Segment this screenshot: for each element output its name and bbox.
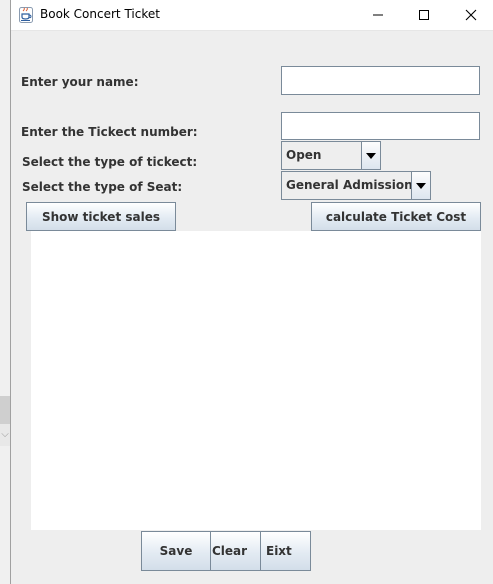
exit-button[interactable]: Eixt [260, 531, 311, 571]
ticket-type-selected: Open [286, 148, 322, 162]
output-text-area[interactable] [31, 231, 481, 530]
close-button[interactable] [448, 0, 493, 30]
background-chevron-down-icon: ⌵ [0, 424, 10, 446]
chevron-down-icon[interactable] [361, 142, 380, 169]
ticket-type-select[interactable]: Open [281, 141, 381, 170]
ticket-number-input[interactable] [281, 112, 480, 140]
title-bar[interactable]: Book Concert Ticket [11, 0, 493, 31]
ticket-type-label: Select the type of tickect: [22, 155, 198, 169]
background-scrollbar-thumb [0, 396, 10, 424]
minimize-icon [372, 6, 384, 25]
name-input[interactable] [281, 66, 480, 95]
app-window: Book Concert Ticket Enter your name: Ent… [10, 0, 493, 584]
chevron-down-icon[interactable] [411, 172, 430, 199]
maximize-button[interactable] [401, 0, 447, 30]
save-button[interactable]: Save [141, 531, 211, 571]
seat-type-label: Select the type of Seat: [22, 180, 183, 194]
close-icon [465, 6, 477, 25]
name-label: Enter your name: [21, 75, 139, 89]
maximize-icon [418, 6, 430, 25]
ticket-number-label: Enter the Tickect number: [21, 125, 198, 139]
window-title: Book Concert Ticket [40, 7, 160, 21]
minimize-button[interactable] [355, 0, 401, 30]
seat-type-select[interactable]: General Admission [281, 171, 431, 200]
java-cup-icon [19, 7, 33, 23]
seat-type-selected: General Admission [286, 178, 413, 192]
calculate-ticket-cost-button[interactable]: calculate Ticket Cost [311, 202, 481, 231]
show-ticket-sales-button[interactable]: Show ticket sales [26, 202, 176, 231]
clear-button[interactable]: Clear [210, 531, 261, 571]
